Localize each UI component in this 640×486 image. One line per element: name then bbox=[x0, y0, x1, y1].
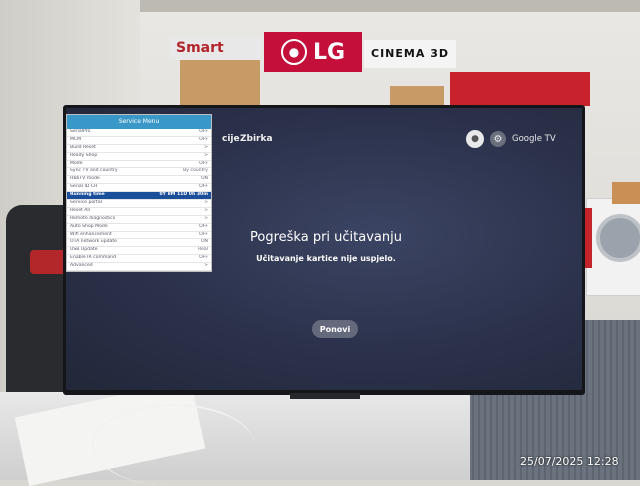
service-menu: Service Menu SerialPro OFF MCM OFF Build Res… bbox=[66, 114, 212, 272]
cardboard-box bbox=[180, 60, 260, 106]
service-menu-item[interactable]: Mode OFF bbox=[67, 161, 211, 169]
service-menu-item-value: Real bbox=[198, 247, 208, 253]
white-cable bbox=[92, 404, 254, 486]
tv-stand bbox=[290, 393, 360, 399]
service-menu-item-label: OTA network update bbox=[70, 239, 117, 245]
service-menu-item-value: > bbox=[204, 152, 208, 158]
tab-zbirka[interactable]: Zbirka bbox=[240, 134, 273, 144]
service-menu-item-label: Serial ID CH bbox=[70, 184, 98, 190]
service-menu-item[interactable]: Serial ID CH OFF bbox=[67, 184, 211, 193]
service-menu-item[interactable]: Running time 0Y 8M 11D 0h 30m bbox=[67, 192, 211, 201]
tab-cije-label: cije bbox=[222, 134, 240, 144]
cardboard-box bbox=[612, 182, 640, 204]
service-menu-item-label: USB Update bbox=[70, 247, 98, 253]
service-menu-item-value: OFF bbox=[199, 223, 208, 229]
profile-icon: ● bbox=[471, 134, 479, 144]
lg-logo-icon: ● bbox=[280, 39, 307, 65]
service-menu-item[interactable]: Build Reset > bbox=[67, 145, 211, 153]
service-menu-item[interactable]: SerialPro OFF bbox=[67, 129, 211, 137]
service-menu-item[interactable]: USB Update Real bbox=[67, 247, 211, 256]
service-menu-item-label: Service portal bbox=[70, 200, 102, 206]
service-menu-item[interactable]: Remote diagnostics > bbox=[67, 216, 211, 224]
washing-machine-door bbox=[596, 214, 640, 262]
service-menu-item-label: Advanced bbox=[70, 263, 93, 269]
service-menu-item-label: SerialPro bbox=[70, 129, 91, 134]
service-menu-item-value: > bbox=[204, 144, 208, 150]
service-menu-item[interactable]: HbbTV mode ON bbox=[67, 176, 211, 185]
service-menu-item-value: > bbox=[204, 200, 208, 206]
service-menu-item-value: > bbox=[204, 207, 208, 213]
service-menu-item-label: Running time bbox=[70, 192, 105, 198]
service-menu-item[interactable]: Wifi enhancement OFF bbox=[67, 232, 211, 240]
service-menu-item-value: OFF bbox=[199, 160, 208, 166]
service-menu-item-label: Reset All bbox=[70, 207, 90, 213]
service-menu-item[interactable]: Auto Shop Mode OFF bbox=[67, 224, 211, 232]
service-menu-item-value: OFF bbox=[199, 136, 208, 142]
service-menu-item[interactable]: Sync TV and country By country bbox=[67, 168, 211, 177]
service-menu-item-label: Enable IR command bbox=[70, 255, 117, 261]
error-title: Pogreška pri učitavanju bbox=[250, 230, 402, 245]
service-menu-item[interactable]: Reset All > bbox=[67, 208, 211, 216]
service-menu-item-value: OFF bbox=[199, 231, 208, 237]
service-menu-item[interactable]: MCM OFF bbox=[67, 137, 211, 145]
lg-sign-text: LG bbox=[312, 39, 346, 65]
google-tv-label: Google TV bbox=[512, 134, 556, 144]
cinema-3d-sign: CINEMA 3D bbox=[364, 40, 456, 68]
service-menu-item-label: Mode bbox=[70, 160, 83, 166]
service-menu-item[interactable]: Advanced > bbox=[67, 263, 211, 272]
photo-timestamp: 25/07/2025 12:28 bbox=[520, 455, 619, 468]
service-menu-item-value: ON bbox=[200, 176, 208, 182]
smart-sign: Smart bbox=[170, 36, 262, 60]
service-menu-item-label: HbbTV mode bbox=[70, 176, 100, 182]
service-menu-item-value: 0Y 8M 11D 0h 30m bbox=[159, 192, 208, 198]
error-message: Učitavanje kartice nije uspjelo. bbox=[256, 254, 396, 263]
service-menu-item-label: Remote diagnostics bbox=[70, 215, 116, 221]
service-menu-title: Service Menu bbox=[67, 115, 211, 129]
service-menu-item[interactable]: Ready Shop > bbox=[67, 153, 211, 161]
service-menu-item-label: Auto Shop Mode bbox=[70, 223, 108, 229]
service-menu-item-label: Build Reset bbox=[70, 144, 96, 150]
profile-button[interactable]: ● bbox=[466, 130, 484, 148]
service-menu-item-value: ON bbox=[200, 239, 208, 245]
service-menu-item-value: OFF bbox=[199, 255, 208, 261]
tab-zbirka-label: Zbirka bbox=[240, 134, 273, 144]
service-menu-item-value: > bbox=[204, 215, 208, 221]
service-menu-list: SerialPro OFF MCM OFF Build Reset > Ready Shop… bbox=[67, 129, 211, 272]
red-banner bbox=[450, 72, 590, 106]
service-menu-item[interactable]: Enable IR command OFF bbox=[67, 255, 211, 264]
tab-cije[interactable]: cije bbox=[222, 134, 240, 144]
service-menu-item-value: By country bbox=[183, 168, 208, 174]
service-menu-item-value: OFF bbox=[199, 184, 208, 190]
lg-sign: ● LG bbox=[264, 32, 362, 72]
retry-button[interactable]: Ponovi bbox=[312, 320, 358, 338]
gear-icon: ⚙ bbox=[493, 133, 503, 145]
service-menu-item[interactable]: OTA network update ON bbox=[67, 239, 211, 248]
retry-button-label: Ponovi bbox=[319, 324, 351, 334]
smart-sign-text: Smart bbox=[176, 40, 224, 56]
service-menu-item-label: Wifi enhancement bbox=[70, 231, 112, 237]
service-menu-item-value: > bbox=[204, 263, 208, 269]
service-menu-item-label: Sync TV and country bbox=[70, 168, 118, 174]
settings-button[interactable]: ⚙ bbox=[490, 131, 506, 147]
service-menu-item-label: Ready Shop bbox=[70, 152, 98, 158]
service-menu-item-label: MCM bbox=[70, 136, 82, 142]
service-menu-item-value: OFF bbox=[199, 129, 208, 134]
service-menu-item[interactable]: Service portal > bbox=[67, 200, 211, 208]
cinema-3d-sign-text: CINEMA 3D bbox=[371, 47, 449, 60]
